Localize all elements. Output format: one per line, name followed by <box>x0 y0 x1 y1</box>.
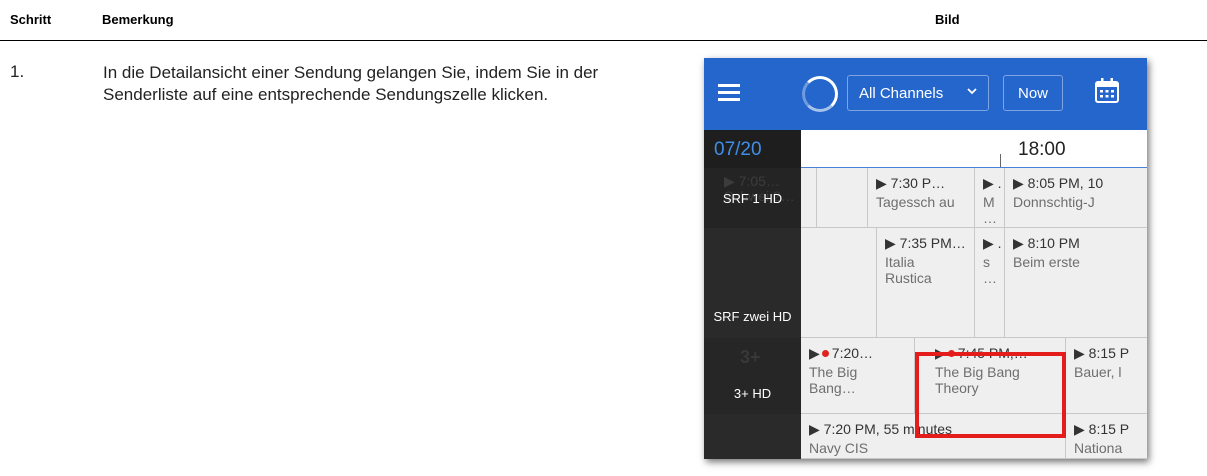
channel-3plus[interactable]: 3+ 3+ HD <box>704 338 801 414</box>
program-title: Nationa <box>1074 440 1123 456</box>
program-time: ▶ . <box>983 175 1002 191</box>
step-description: In die Detailansicht einer Sendung gelan… <box>103 63 599 104</box>
program-cell[interactable] <box>817 168 868 228</box>
program-cell[interactable] <box>801 228 877 338</box>
time-tick <box>1000 154 1001 168</box>
program-title: Beim erste <box>1013 254 1080 270</box>
calendar-icon[interactable] <box>1092 76 1122 106</box>
program-cell[interactable]: ▶ 7:30 P… Tagessch au <box>868 168 975 228</box>
program-cell[interactable]: ▶ 8:15 P Nationa <box>1066 414 1147 459</box>
step-number: 1. <box>10 62 25 81</box>
app-screenshot: All Channels Now 07/20 18:00 ▶ 7:05… Sch… <box>704 58 1147 459</box>
channel-row-4[interactable] <box>704 414 801 459</box>
program-title: Navy CIS <box>809 440 869 456</box>
program-cell[interactable]: ▶ 7:20… The Big Bang… <box>801 338 915 414</box>
program-time-row: ▶ 7:20… <box>809 345 914 362</box>
program-time: ▶ 7:35 PM… <box>885 235 966 251</box>
channel-name: SRF 1 HD <box>722 191 783 206</box>
program-time: ▶ 7:30 P… <box>876 175 946 191</box>
date-label[interactable]: 07/20 <box>704 130 801 168</box>
selection-highlight-frame <box>915 352 1066 438</box>
now-button[interactable]: Now <box>1003 75 1063 111</box>
channel-name: SRF zwei HD <box>713 309 792 324</box>
program-cell[interactable]: ▶ 8:15 P Bauer, l <box>1066 338 1147 414</box>
channel-filter-label: All Channels <box>859 85 944 102</box>
program-time: ▶ 8:15 P <box>1074 421 1130 437</box>
program-title: s … <box>983 254 997 286</box>
channel-logo-faded: 3+ <box>740 347 761 367</box>
channel-name: 3+ HD <box>733 386 772 401</box>
loading-spinner-icon <box>802 76 838 112</box>
program-cell[interactable]: ▶ 7:35 PM… Italia Rustica <box>877 228 975 338</box>
column-header-image: Bild <box>935 12 960 27</box>
column-header-step: Schritt <box>10 12 52 27</box>
time-label: 18:00 <box>1018 139 1066 160</box>
program-title: M … <box>983 194 997 226</box>
chevron-down-icon <box>967 88 977 95</box>
channel-filter-dropdown[interactable]: All Channels <box>847 75 989 111</box>
channel-srfzwei[interactable]: SRF zwei HD <box>704 228 801 338</box>
program-title: Tagessch au <box>876 194 955 210</box>
play-marker: ▶ <box>809 345 820 361</box>
program-time: ▶ 8:15 P <box>1074 345 1130 361</box>
date-time-header: 07/20 18:00 <box>704 130 1147 168</box>
program-cell[interactable]: ▶ . M … <box>975 168 1005 228</box>
program-title: Bauer, l <box>1074 364 1122 380</box>
program-time: ▶ 8:05 PM, 10 <box>1013 175 1104 191</box>
record-dot-icon <box>821 350 829 358</box>
menu-icon[interactable] <box>718 84 740 102</box>
program-time: 7:20… <box>831 345 874 361</box>
app-toolbar: All Channels Now <box>704 58 1147 130</box>
header-divider <box>0 40 1207 41</box>
channel-srf1[interactable]: ▶ 7:05… Schwei 2… SRF 1 HD <box>704 168 801 228</box>
program-title: The Big Bang… <box>809 364 858 396</box>
program-time: ▶ . <box>983 235 1002 251</box>
program-title: Italia Rustica <box>885 254 932 286</box>
program-title: Donnschtig-J <box>1013 194 1095 210</box>
program-cell[interactable]: ▶ . s … <box>975 228 1005 338</box>
program-cell[interactable]: ▶ 8:05 PM, 10 Donnschtig-J <box>1005 168 1147 228</box>
program-cell[interactable] <box>801 168 817 228</box>
program-cell[interactable]: ▶ 8:10 PM Beim erste <box>1005 228 1147 338</box>
program-time: ▶ 8:10 PM <box>1013 235 1080 251</box>
column-header-remark: Bemerkung <box>102 12 174 27</box>
